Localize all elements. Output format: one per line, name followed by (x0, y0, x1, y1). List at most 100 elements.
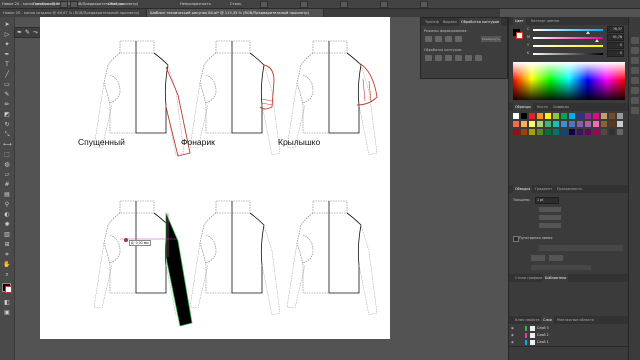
unite-icon[interactable] (425, 36, 432, 42)
tab-layers[interactable]: Слои (541, 316, 554, 324)
anchor-delete-icon[interactable]: ⤳ (33, 29, 38, 36)
color-swatch[interactable] (521, 113, 527, 119)
scale-tool-icon[interactable]: ⤡ (3, 131, 11, 139)
anchor-point[interactable] (124, 238, 128, 242)
artboard[interactable]: Спущенный Фонарик Крылышко (40, 17, 390, 339)
corner-buttons[interactable] (539, 215, 561, 220)
pen-icon[interactable]: ✒ (17, 29, 22, 36)
k-slider[interactable] (533, 53, 603, 55)
layer-name[interactable]: Слой 3 (537, 326, 549, 330)
minus-back-icon[interactable] (475, 55, 482, 61)
color-swatch[interactable] (561, 121, 567, 127)
perspective-tool-icon[interactable]: ▱ (3, 171, 11, 179)
swatch-grid[interactable] (513, 113, 627, 143)
color-swatch[interactable] (617, 113, 623, 119)
exclude-icon[interactable] (455, 36, 462, 42)
color-swatch[interactable] (617, 121, 623, 127)
outline-icon[interactable] (465, 55, 472, 61)
color-swatch[interactable] (593, 121, 599, 127)
graph-tool-icon[interactable]: ▥ (3, 231, 11, 239)
color-swatch[interactable] (609, 113, 615, 119)
visibility-eye-icon[interactable]: ◉ (511, 333, 514, 337)
crop-icon[interactable] (455, 55, 462, 61)
color-swatch[interactable] (545, 129, 551, 135)
color-swatch[interactable] (521, 129, 527, 135)
y-value[interactable]: 0 (607, 42, 624, 49)
transform-menu[interactable]: Преобразовать (33, 0, 62, 8)
panel-icon[interactable] (631, 47, 639, 54)
y-slider[interactable] (533, 45, 603, 47)
pen-tool-icon[interactable]: ✒ (3, 51, 11, 59)
tab-align[interactable]: Выравн (441, 18, 459, 26)
color-swatch[interactable] (553, 121, 559, 127)
c-slider[interactable] (533, 29, 603, 31)
merge-icon[interactable] (445, 55, 452, 61)
layer-name[interactable]: Слой 1 (537, 340, 549, 344)
control-button[interactable] (420, 1, 428, 8)
tab-stroke[interactable]: Обводка (513, 185, 533, 193)
color-swatch[interactable] (569, 113, 575, 119)
color-swatch[interactable] (601, 113, 607, 119)
divide-icon[interactable] (425, 55, 432, 61)
layer-name[interactable]: Слой 2 (537, 333, 549, 337)
m-slider[interactable] (533, 37, 603, 39)
width-tool-icon[interactable]: ⟷ (3, 141, 12, 149)
tab-color-guide[interactable]: Каталог цветов (529, 17, 561, 25)
color-swatch[interactable] (601, 121, 607, 127)
color-swatch[interactable] (529, 113, 535, 119)
color-swatch[interactable] (553, 113, 559, 119)
color-swatch[interactable] (585, 121, 591, 127)
arrowhead-end[interactable] (549, 255, 563, 261)
panel-icon[interactable] (631, 77, 639, 84)
c-value[interactable]: 78,37 (607, 26, 624, 33)
color-swatch[interactable] (609, 121, 615, 127)
color-swatch[interactable] (529, 129, 535, 135)
selection-tool-icon[interactable]: ➤ (3, 21, 11, 29)
artboard-tool-icon[interactable]: ⊞ (3, 241, 11, 249)
panel-icon[interactable] (631, 67, 639, 74)
line-tool-icon[interactable]: ╱ (3, 71, 11, 79)
color-swatch[interactable] (561, 113, 567, 119)
color-swatch[interactable] (529, 121, 535, 127)
color-swatch[interactable] (577, 129, 583, 135)
weight-field[interactable]: 1 pt (535, 197, 559, 204)
c-slider-knob[interactable] (586, 31, 590, 34)
color-swatch[interactable] (521, 121, 527, 127)
dash-fields[interactable] (539, 245, 623, 251)
eyedropper-tool-icon[interactable]: ⚲ (3, 201, 11, 209)
style-control-label[interactable]: Стиль (230, 0, 241, 8)
tab-brushes[interactable]: Кисти (535, 103, 550, 111)
eraser-tool-icon[interactable]: ◩ (3, 111, 11, 119)
color-swatch[interactable] (545, 113, 551, 119)
type-tool-icon[interactable]: T (3, 61, 11, 69)
tab-transform[interactable]: Трансф (423, 18, 441, 26)
profile-select[interactable] (531, 265, 591, 270)
tab-document-2[interactable]: Шаблон технический рисунок 84.ai* @ 113,… (147, 9, 324, 17)
tab-swatches[interactable]: Образцы (513, 103, 533, 111)
brush-tool-icon[interactable]: ✎ (3, 91, 11, 99)
anchor-add-icon[interactable]: ✎ (25, 29, 30, 36)
color-swatch[interactable] (609, 129, 615, 135)
color-swatch[interactable] (561, 129, 567, 135)
visibility-eye-icon[interactable]: ◉ (511, 340, 514, 344)
color-swatch[interactable] (617, 129, 623, 135)
tab-transparency[interactable]: Прозрачность (555, 185, 584, 193)
color-swatch[interactable] (593, 113, 599, 119)
m-slider-knob[interactable] (595, 39, 599, 42)
panel-icon[interactable] (631, 107, 639, 114)
color-swatch[interactable] (569, 121, 575, 127)
layer-row[interactable]: ◉ Слой 1 (509, 339, 629, 347)
color-swatch[interactable] (585, 129, 591, 135)
color-swatch[interactable] (593, 129, 599, 135)
tab-color[interactable]: Цвет (513, 17, 526, 25)
panel-icon[interactable] (631, 37, 639, 44)
color-swatch[interactable] (537, 121, 543, 127)
arrowhead-start[interactable] (531, 255, 545, 261)
direct-selection-tool-icon[interactable]: ▷ (3, 31, 11, 39)
tab-gradient[interactable]: Градиент (533, 185, 554, 193)
tab-libraries[interactable]: Библиотеки (543, 274, 569, 282)
opacity-control-label[interactable]: Непрозрачность (180, 0, 211, 8)
align-stroke-buttons[interactable] (539, 223, 561, 228)
mesh-tool-icon[interactable]: # (3, 181, 11, 189)
screen-mode-icon[interactable]: ▣ (3, 309, 11, 317)
